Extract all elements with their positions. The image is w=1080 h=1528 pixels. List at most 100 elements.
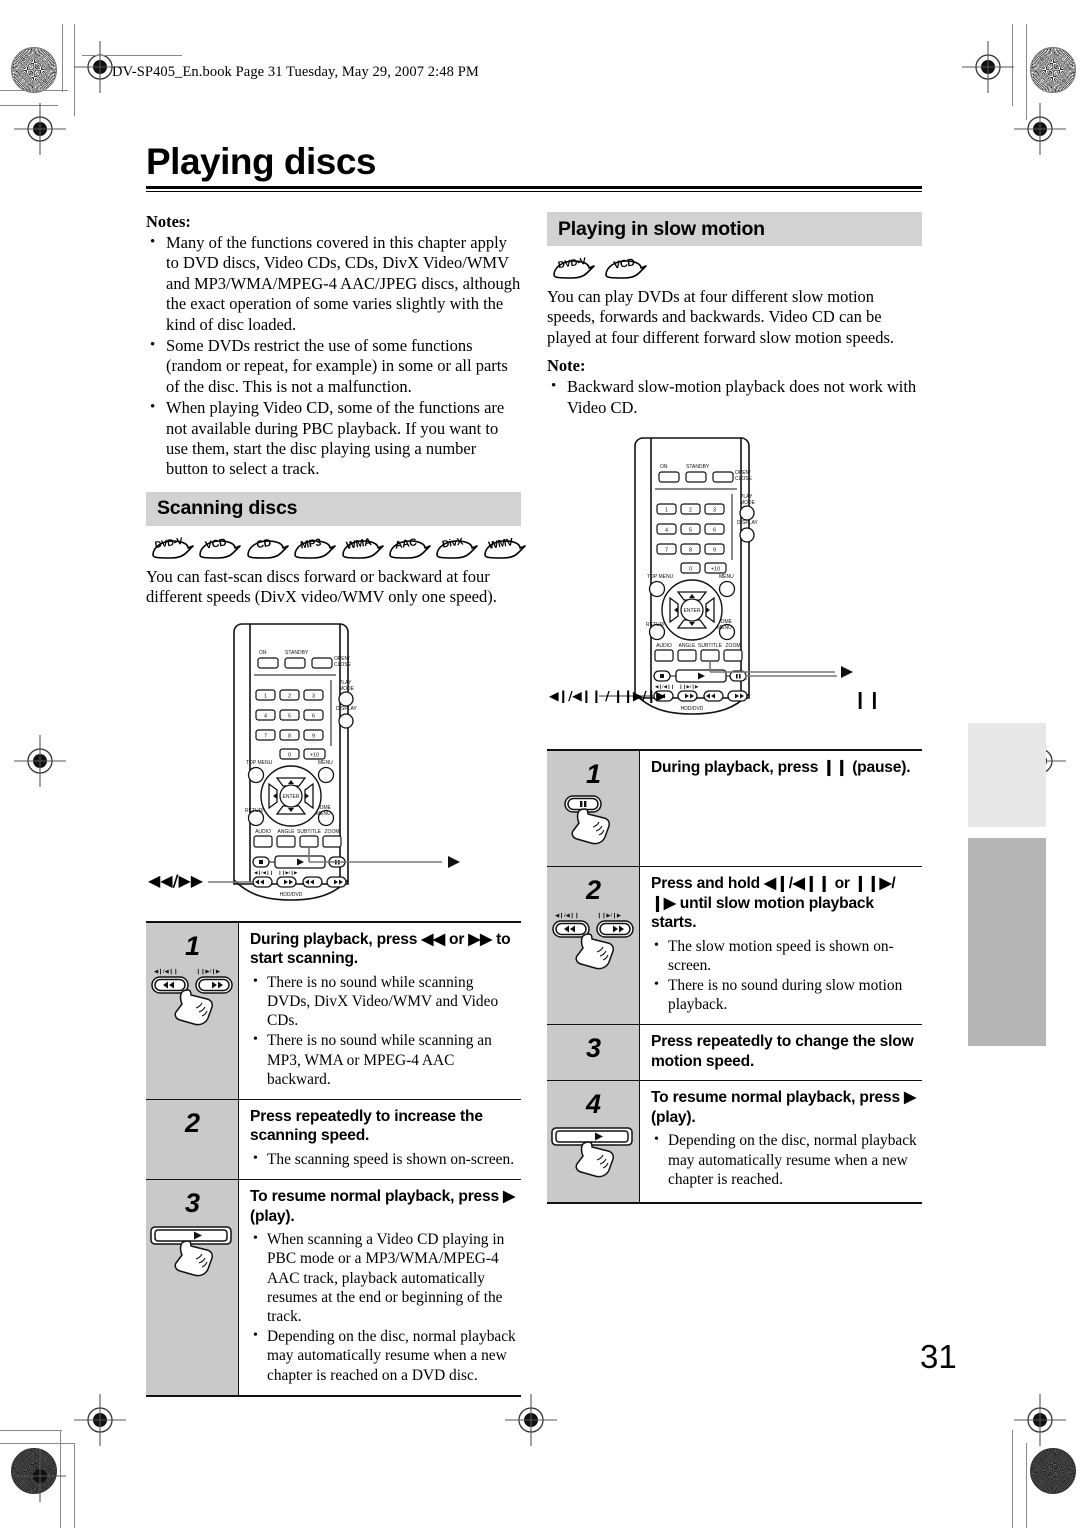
svg-text:ZOOM: ZOOM xyxy=(325,829,340,835)
svg-text:◀❙/◀❙❙: ◀❙/◀❙❙ xyxy=(154,968,178,975)
registration-mark xyxy=(74,41,126,93)
disc-badge-cd: CD xyxy=(243,537,289,561)
svg-text:HDD/DVD: HDD/DVD xyxy=(280,892,303,898)
step-bullets: Depending on the disc, normal playback m… xyxy=(651,1130,918,1189)
svg-text:TOP MENU: TOP MENU xyxy=(246,760,273,766)
remote-callout-scan: ◀◀/▶▶ xyxy=(148,870,204,890)
step-art-pause-button xyxy=(547,790,639,858)
list-item: Backward slow-motion playback does not w… xyxy=(547,376,922,418)
svg-text:4: 4 xyxy=(264,713,267,719)
svg-text:MENU: MENU xyxy=(717,625,732,631)
disc-badge-aac: AAC xyxy=(385,536,431,561)
step-row: 1 ◀❙/◀❙❙ ❙❙▶/❙▶ During playback, press ◀… xyxy=(146,922,521,1100)
step-number: 2 xyxy=(184,1107,200,1138)
step-row: 2 Press repeatedly to increase the scann… xyxy=(146,1099,521,1181)
svg-text:9: 9 xyxy=(713,548,716,554)
svg-text:ON: ON xyxy=(660,464,668,470)
step-bullets: When scanning a Video CD playing in PBC … xyxy=(250,1229,517,1385)
registration-mark xyxy=(1014,1394,1066,1446)
step-lead: During playback, press ◀◀ or ▶▶ to start… xyxy=(250,930,511,968)
step-art-scan-buttons: ◀❙/◀❙❙ ❙❙▶/❙▶ xyxy=(547,906,639,974)
step-number: 1 xyxy=(184,930,200,961)
svg-text:+10: +10 xyxy=(711,567,720,573)
step-lead: Press repeatedly to change the slow moti… xyxy=(651,1033,914,1070)
step-bullets: The scanning speed is shown on-screen. xyxy=(250,1149,517,1169)
step-art-play-bar xyxy=(146,1219,238,1293)
list-item: Many of the functions covered in this ch… xyxy=(146,232,521,335)
step-number: 2 xyxy=(585,875,601,906)
svg-text:7: 7 xyxy=(264,733,267,739)
svg-text:3: 3 xyxy=(713,508,716,514)
list-item: When playing Video CD, some of the funct… xyxy=(146,397,521,480)
notes-list: Many of the functions covered in this ch… xyxy=(146,232,521,480)
step-number-cell: 3 xyxy=(146,1180,238,1395)
svg-text:+10: +10 xyxy=(310,752,319,758)
step-number-cell: 2 xyxy=(146,1099,238,1180)
svg-text:ON: ON xyxy=(259,650,267,656)
manual-page: DV-SP405_En.book Page 31 Tuesday, May 29… xyxy=(0,0,1080,1528)
section-heading-text: Playing in slow motion xyxy=(558,217,765,240)
svg-text:MENU: MENU xyxy=(316,811,331,817)
step-lead: Press repeatedly to increase the scannin… xyxy=(250,1107,483,1145)
rosette-mark-bottom-right xyxy=(1030,1448,1076,1494)
section-heading-slow-motion: Playing in slow motion xyxy=(547,212,922,246)
step-text-cell: Press and hold ◀❙/◀❙❙ or ❙❙▶/❙▶ until sl… xyxy=(639,867,922,1025)
note-heading: Note: xyxy=(547,356,586,376)
step-number: 1 xyxy=(585,759,601,790)
step-text-cell: During playback, press ◀◀ or ▶▶ to start… xyxy=(238,922,521,1099)
step-number-cell: 4 xyxy=(547,1081,639,1203)
disc-badge-mp3: MP3 xyxy=(290,536,336,561)
svg-text:AUDIO: AUDIO xyxy=(656,643,672,649)
step-number-cell: 2 ◀❙/◀❙❙ ❙❙▶/❙▶ xyxy=(547,867,639,1025)
svg-text:AUDIO: AUDIO xyxy=(255,829,271,835)
step-row: 1 During playback, press ❙❙ (pause). xyxy=(547,751,922,868)
note-list: Backward slow-motion playback does not w… xyxy=(547,376,922,418)
remote-illustration-slow-motion: ON STANDBY OPEN/ CLOSE 1 2 3 4 5 6 7 8 9… xyxy=(547,432,922,727)
step-text-cell: Press repeatedly to change the slow moti… xyxy=(639,1025,922,1081)
disc-badge-vcd: VCD xyxy=(195,536,242,561)
rosette-mark-top-right xyxy=(1030,47,1076,93)
svg-text:CLOSE: CLOSE xyxy=(735,476,753,482)
disc-badges-slow-motion: DVD-V VCD xyxy=(549,256,922,281)
registration-mark xyxy=(1014,103,1066,155)
svg-text:2: 2 xyxy=(288,693,291,699)
crop-line xyxy=(1012,1430,1013,1528)
svg-text:❙❙▶/❙▶: ❙❙▶/❙▶ xyxy=(196,968,221,975)
scanning-intro: You can fast-scan discs forward or backw… xyxy=(146,566,497,607)
disc-badge-divx: DivX xyxy=(432,536,479,561)
svg-text:RETURN: RETURN xyxy=(646,622,667,628)
step-lead: Press and hold ◀❙/◀❙❙ or ❙❙▶/❙▶ until sl… xyxy=(651,875,896,932)
list-item: Depending on the disc, normal playback m… xyxy=(651,1130,918,1189)
disc-badge-dvd-v: DVD-V xyxy=(148,536,194,561)
crop-line xyxy=(0,1430,62,1431)
crop-line xyxy=(0,90,68,91)
svg-text:ANGLE: ANGLE xyxy=(679,643,697,649)
svg-text:1: 1 xyxy=(264,693,267,699)
svg-text:HDD/DVD: HDD/DVD xyxy=(681,706,704,712)
step-row: 3 Press repeatedly to change the slow mo… xyxy=(547,1025,922,1082)
remote-callout-slow: ◀❙/◀❙❙ / ❙❙▶/❙▶ xyxy=(549,688,666,704)
step-row: 4 To resume normal playback, press ▶ (pl… xyxy=(547,1081,922,1205)
registration-mark xyxy=(505,1394,557,1446)
steps-table-slow-motion: 1 During playback, press ❙❙ (pause). 2 ◀… xyxy=(547,749,922,1205)
svg-text:4: 4 xyxy=(665,528,668,534)
disc-badge-wmv: WMV xyxy=(480,536,526,561)
svg-text:9: 9 xyxy=(312,733,315,739)
step-art-scan-buttons: ◀❙/◀❙❙ ❙❙▶/❙▶ xyxy=(146,962,238,1030)
svg-text:MENU: MENU xyxy=(318,760,333,766)
step-number: 3 xyxy=(184,1188,200,1219)
margin-tab-dark xyxy=(968,838,1046,1046)
crop-line xyxy=(0,1443,74,1444)
svg-text:ENTER: ENTER xyxy=(283,794,300,800)
list-item: There is no sound while scanning DVDs, D… xyxy=(250,972,517,1031)
list-item: The scanning speed is shown on-screen. xyxy=(250,1149,517,1169)
book-header: DV-SP405_En.book Page 31 Tuesday, May 29… xyxy=(82,55,479,81)
svg-text:STANDBY: STANDBY xyxy=(285,650,309,656)
svg-text:STANDBY: STANDBY xyxy=(686,464,710,470)
header-rule xyxy=(82,55,182,56)
svg-text:DISPLAY: DISPLAY xyxy=(737,520,758,526)
margin-tab-light xyxy=(968,723,1046,827)
svg-text:MODE: MODE xyxy=(740,500,756,506)
page-number: 31 xyxy=(920,1338,957,1375)
registration-mark xyxy=(962,41,1014,93)
